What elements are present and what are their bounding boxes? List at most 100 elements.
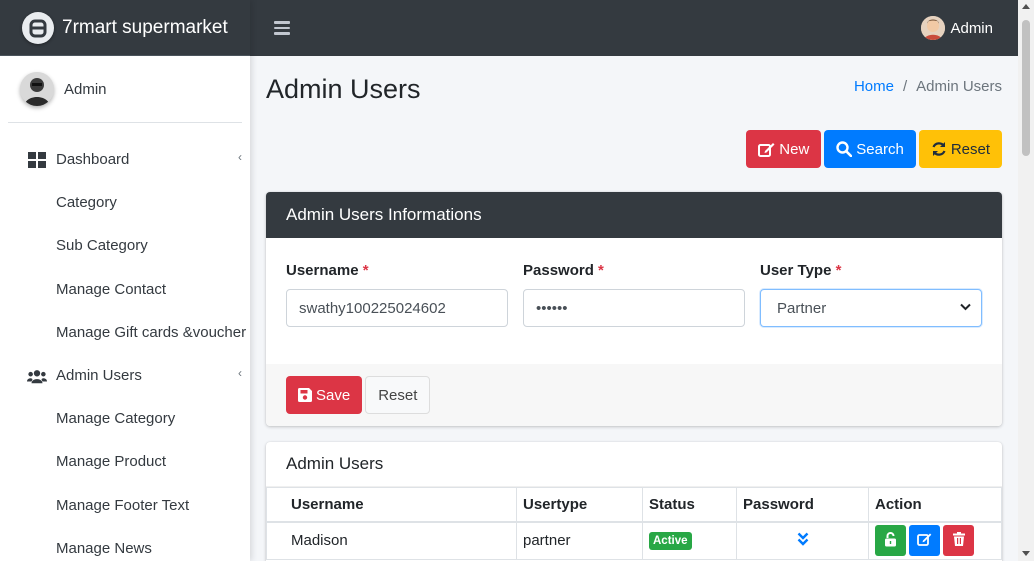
sidebar-item-manage-contact[interactable]: Manage Contact [0, 268, 250, 311]
password-field-group: Password * [523, 262, 745, 327]
sidebar-item-label: Manage News [56, 539, 152, 557]
sidebar-item-category[interactable]: Category [0, 181, 250, 224]
action-bar: New Search Reset [746, 130, 1002, 168]
page-title: Admin Users [266, 74, 421, 104]
avatar [921, 16, 946, 40]
sidebar: 7rmart supermarket Admin Dashboard ‹ Cat… [0, 0, 250, 561]
form-fields-row: Username * Password * User Type * Partne… [266, 238, 1002, 364]
cell-password [736, 521, 869, 560]
reset-button[interactable]: Reset [918, 130, 1002, 168]
page-scrollbar[interactable] [1018, 0, 1034, 561]
users-icon [27, 366, 47, 386]
edit-icon [917, 532, 932, 549]
search-icon [836, 141, 853, 157]
cell-action [868, 521, 1002, 560]
dashboard-icon [27, 150, 47, 170]
sidebar-item-manage-footer-text[interactable]: Manage Footer Text [0, 484, 250, 527]
unlock-button[interactable] [875, 525, 906, 557]
sidebar-item-manage-category[interactable]: Manage Category [0, 397, 250, 440]
sidebar-item-admin-users[interactable]: Admin Users ‹ [0, 354, 250, 397]
column-header-action[interactable]: Action [868, 487, 1002, 523]
scroll-down-arrow-icon[interactable] [1022, 551, 1030, 556]
content-wrapper: Admin Users Home / Admin Users New Searc… [250, 56, 1018, 561]
cell-username: Madison [266, 521, 517, 560]
usertype-select[interactable]: Partner [760, 289, 982, 327]
sidebar-item-manage-news[interactable]: Manage News [0, 527, 250, 561]
username-field-group: Username * [286, 262, 508, 327]
usertype-selected-value: Partner [777, 299, 827, 317]
required-mark: * [362, 262, 369, 279]
topbar-user-name: Admin [950, 19, 993, 37]
sidebar-item-label: Manage Gift cards &voucher [56, 323, 247, 341]
sidebar-item-label: Sub Category [56, 237, 148, 255]
usertype-field-group: User Type * Partner [760, 262, 982, 327]
sidebar-item-label: Admin Users [56, 367, 142, 385]
breadcrumb-separator: / [902, 78, 908, 95]
form-card-footer: Save Reset [266, 364, 1002, 426]
password-expand-toggle[interactable] [743, 532, 862, 550]
sidebar-item-label: Manage Category [56, 410, 176, 428]
breadcrumb-current: Admin Users [916, 78, 1002, 95]
topbar-user-menu[interactable]: Admin [921, 16, 993, 40]
form-card-header: Admin Users Informations [266, 192, 1002, 238]
sidebar-item-manage-gift-cards[interactable]: Manage Gift cards &voucher [0, 311, 250, 354]
admin-users-table-card: Admin Users Username Usertype Status Pas… [266, 442, 1002, 561]
sidebar-nav: Dashboard ‹ Category Sub Category Manage… [0, 123, 250, 561]
required-mark: * [835, 262, 842, 279]
breadcrumb-home-link[interactable]: Home [854, 78, 894, 95]
password-input[interactable] [523, 289, 745, 327]
column-header-usertype[interactable]: Usertype [516, 487, 643, 523]
sidebar-item-label: Dashboard [56, 151, 130, 169]
chevron-down-icon [960, 302, 971, 314]
status-badge[interactable]: Active [649, 532, 692, 551]
new-button[interactable]: New [746, 130, 822, 168]
edit-icon [758, 142, 775, 157]
search-button[interactable]: Search [824, 130, 916, 168]
scroll-up-arrow-icon[interactable] [1022, 4, 1030, 9]
menu-toggle-icon[interactable] [274, 21, 290, 35]
cell-status: Active [642, 521, 737, 560]
save-button[interactable]: Save [286, 376, 363, 414]
username-label: Username * [286, 262, 369, 279]
scroll-thumb[interactable] [1022, 20, 1030, 156]
search-button-label: Search [856, 140, 904, 158]
table-card-title: Admin Users [266, 442, 1002, 487]
trash-icon [952, 532, 965, 549]
unlock-icon [884, 531, 897, 550]
column-header-status[interactable]: Status [642, 487, 737, 523]
reset-button-label: Reset [950, 140, 990, 158]
save-icon [298, 388, 312, 402]
username-input[interactable] [286, 289, 508, 327]
table-row: Madison partner Active [266, 521, 1002, 560]
sidebar-item-label: Manage Footer Text [56, 496, 190, 514]
new-button-label: New [779, 140, 810, 158]
save-button-label: Save [316, 386, 351, 404]
sidebar-item-label: Manage Contact [56, 280, 167, 298]
breadcrumb: Home / Admin Users [854, 78, 1002, 95]
sidebar-item-dashboard[interactable]: Dashboard ‹ [0, 138, 250, 181]
brand-link[interactable]: 7rmart supermarket [0, 0, 250, 56]
sidebar-user-panel[interactable]: Admin [8, 56, 242, 123]
topbar: Admin [250, 0, 1018, 56]
delete-row-button[interactable] [943, 525, 974, 557]
sidebar-item-manage-product[interactable]: Manage Product [0, 440, 250, 483]
required-mark: * [598, 262, 604, 279]
sidebar-item-sub-category[interactable]: Sub Category [0, 224, 250, 267]
brand-title: 7rmart supermarket [62, 16, 228, 38]
refresh-icon [931, 141, 947, 157]
sidebar-item-label: Category [56, 194, 117, 212]
password-label: Password * [523, 262, 604, 279]
admin-user-form-card: Admin Users Informations Username * Pass… [266, 192, 1002, 426]
form-reset-button[interactable]: Reset [365, 376, 431, 414]
double-chevron-down-icon [797, 532, 809, 550]
column-header-username[interactable]: Username [266, 487, 517, 523]
cell-usertype: partner [516, 521, 643, 560]
chevron-left-icon: ‹ [238, 365, 242, 380]
brand-logo-icon [22, 11, 54, 44]
sidebar-user-name: Admin [64, 80, 107, 98]
avatar [20, 72, 54, 106]
admin-users-table: Username Usertype Status Password Action… [266, 487, 1002, 560]
column-header-password[interactable]: Password [736, 487, 869, 523]
usertype-label: User Type * [760, 262, 842, 279]
edit-row-button[interactable] [909, 525, 940, 557]
